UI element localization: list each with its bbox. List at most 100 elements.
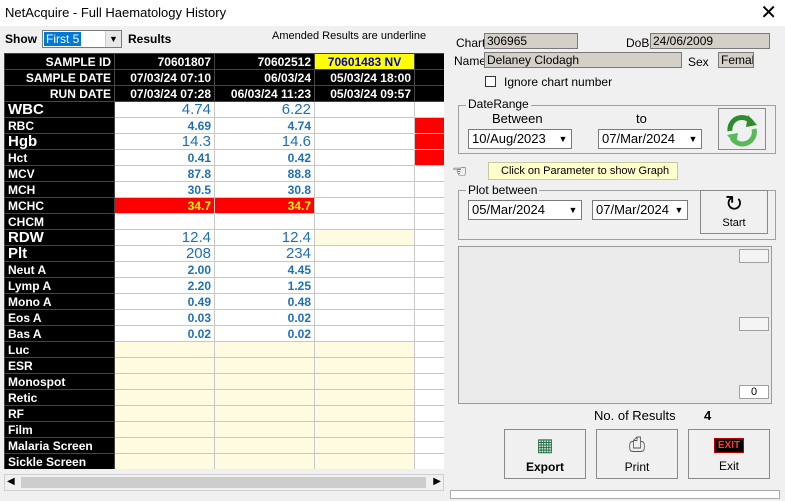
parameter-row[interactable]: Hct 0.41 0.42: [4, 149, 444, 166]
scroll-left-icon[interactable]: ◀: [7, 476, 15, 487]
result-cell: [114, 341, 215, 358]
header-cell[interactable]: 05/03/24 09:57: [314, 85, 415, 102]
plot-to-select[interactable]: 07/Mar/2024 ▼: [592, 200, 688, 220]
export-button[interactable]: ▦ Export: [504, 429, 586, 479]
parameter-label[interactable]: Sickle Screen: [4, 453, 115, 469]
header-cell[interactable]: 0: [414, 53, 444, 70]
date-from-select[interactable]: 10/Aug/2023 ▼: [468, 129, 572, 149]
result-cell: [414, 405, 444, 422]
chart-field[interactable]: 306965: [484, 33, 578, 49]
chevron-down-icon[interactable]: ▼: [556, 131, 570, 147]
print-button[interactable]: ⎙ Print: [596, 429, 678, 479]
results-grid: SAMPLE ID706018077060251270601483 NV0SAM…: [4, 53, 444, 469]
parameter-label[interactable]: RBC: [4, 117, 115, 134]
parameter-label[interactable]: MCH: [4, 181, 115, 198]
parameter-row[interactable]: Malaria Screen: [4, 437, 444, 454]
parameter-label[interactable]: WBC: [4, 101, 115, 118]
parameter-label[interactable]: RDW: [4, 229, 115, 246]
parameter-label[interactable]: RF: [4, 405, 115, 422]
parameter-row[interactable]: ESR: [4, 357, 444, 374]
result-cell: [414, 165, 444, 182]
chevron-down-icon[interactable]: ▼: [566, 202, 580, 218]
parameter-row[interactable]: Neut A 2.00 4.45: [4, 261, 444, 278]
chevron-down-icon[interactable]: ▼: [686, 131, 700, 147]
parameter-label[interactable]: ESR: [4, 357, 115, 374]
plot-from-select[interactable]: 05/Mar/2024 ▼: [468, 200, 582, 220]
parameter-row[interactable]: MCV 87.8 88.8: [4, 165, 444, 182]
parameter-label[interactable]: Hgb: [4, 133, 115, 150]
result-cell: [414, 245, 444, 262]
close-icon[interactable]: ✕: [760, 2, 777, 24]
result-cell: [114, 453, 215, 469]
result-cell: [314, 309, 415, 326]
parameter-row[interactable]: RF: [4, 405, 444, 422]
parameter-label[interactable]: Luc: [4, 341, 115, 358]
parameter-label[interactable]: Eos A: [4, 309, 115, 326]
parameter-row[interactable]: Film: [4, 421, 444, 438]
header-cell[interactable]: 07/03/24 07:10: [114, 69, 215, 86]
header-cell[interactable]: 05/03/24 18:00: [314, 69, 415, 86]
parameter-row[interactable]: MCH 30.5 30.8: [4, 181, 444, 198]
parameter-label[interactable]: MCHC: [4, 197, 115, 214]
parameter-row[interactable]: Luc: [4, 341, 444, 358]
parameter-label[interactable]: MCV: [4, 165, 115, 182]
parameter-label[interactable]: Film: [4, 421, 115, 438]
header-cell[interactable]: 70602512: [214, 53, 315, 70]
parameter-label[interactable]: Malaria Screen: [4, 437, 115, 454]
scroll-thumb[interactable]: [21, 477, 426, 488]
parameter-row[interactable]: RDW 12.4 12.4: [4, 229, 444, 246]
header-cell[interactable]: 06/03/24 11:23: [214, 85, 315, 102]
header-cell[interactable]: 70601483 NV: [314, 53, 415, 70]
parameter-label[interactable]: Lymp A: [4, 277, 115, 294]
result-cell: 34.7: [114, 197, 215, 214]
parameter-row[interactable]: Plt 208 234: [4, 245, 444, 262]
parameter-row[interactable]: Mono A 0.49 0.48: [4, 293, 444, 310]
parameter-row[interactable]: Retic: [4, 389, 444, 406]
parameter-row[interactable]: MCHC 34.7 34.7: [4, 197, 444, 214]
parameter-row[interactable]: CHCM: [4, 213, 444, 230]
chevron-down-icon[interactable]: ▼: [672, 202, 686, 218]
parameter-row[interactable]: Sickle Screen: [4, 453, 444, 469]
dob-label: DoB: [626, 36, 650, 50]
refresh-button[interactable]: [718, 108, 766, 150]
header-cell[interactable]: 70601807: [114, 53, 215, 70]
header-cell[interactable]: 05/0: [414, 69, 444, 86]
result-cell: 0.02: [214, 325, 315, 342]
horizontal-scrollbar[interactable]: ◀ ▶: [4, 474, 444, 491]
dob-field[interactable]: 24/06/2009: [650, 33, 770, 49]
date-to-select[interactable]: 07/Mar/2024 ▼: [598, 129, 702, 149]
parameter-row[interactable]: RBC 4.69 4.74: [4, 117, 444, 134]
name-field[interactable]: Delaney Clodagh: [484, 52, 682, 68]
header-cell[interactable]: 05/0: [414, 85, 444, 102]
result-cell: [414, 309, 444, 326]
parameter-label[interactable]: Bas A: [4, 325, 115, 342]
sex-field[interactable]: Female: [718, 52, 754, 68]
header-cell[interactable]: 06/03/24: [214, 69, 315, 86]
parameter-row[interactable]: Bas A 0.02 0.02: [4, 325, 444, 342]
parameter-label[interactable]: CHCM: [4, 213, 115, 230]
parameter-label[interactable]: Neut A: [4, 261, 115, 278]
parameter-label[interactable]: Mono A: [4, 293, 115, 310]
ignore-chart-checkbox[interactable]: [485, 76, 496, 87]
parameter-label[interactable]: Monospot: [4, 373, 115, 390]
parameter-row[interactable]: Hgb 14.3 14.6: [4, 133, 444, 150]
parameter-row[interactable]: WBC 4.74 6.22: [4, 101, 444, 118]
parameter-row[interactable]: Monospot: [4, 373, 444, 390]
result-cell: 4.69: [114, 117, 215, 134]
result-cell: [414, 181, 444, 198]
show-select[interactable]: First 5 ▼: [42, 30, 122, 48]
parameter-row[interactable]: Lymp A 2.20 1.25: [4, 277, 444, 294]
parameter-row[interactable]: Eos A 0.03 0.02: [4, 309, 444, 326]
exit-button[interactable]: EXIT Exit: [688, 429, 770, 479]
chevron-down-icon[interactable]: ▼: [105, 31, 121, 47]
result-cell: 14.6: [214, 133, 315, 150]
header-cell[interactable]: 07/03/24 07:28: [114, 85, 215, 102]
parameter-label[interactable]: Retic: [4, 389, 115, 406]
scroll-right-icon[interactable]: ▶: [433, 476, 441, 487]
graph-area[interactable]: 0: [458, 246, 772, 404]
parameter-label[interactable]: Hct: [4, 149, 115, 166]
result-cell: 4.74: [114, 101, 215, 118]
show-select-value: First 5: [44, 32, 82, 46]
parameter-label[interactable]: Plt: [4, 245, 115, 262]
start-button[interactable]: ↻ Start: [700, 190, 768, 234]
